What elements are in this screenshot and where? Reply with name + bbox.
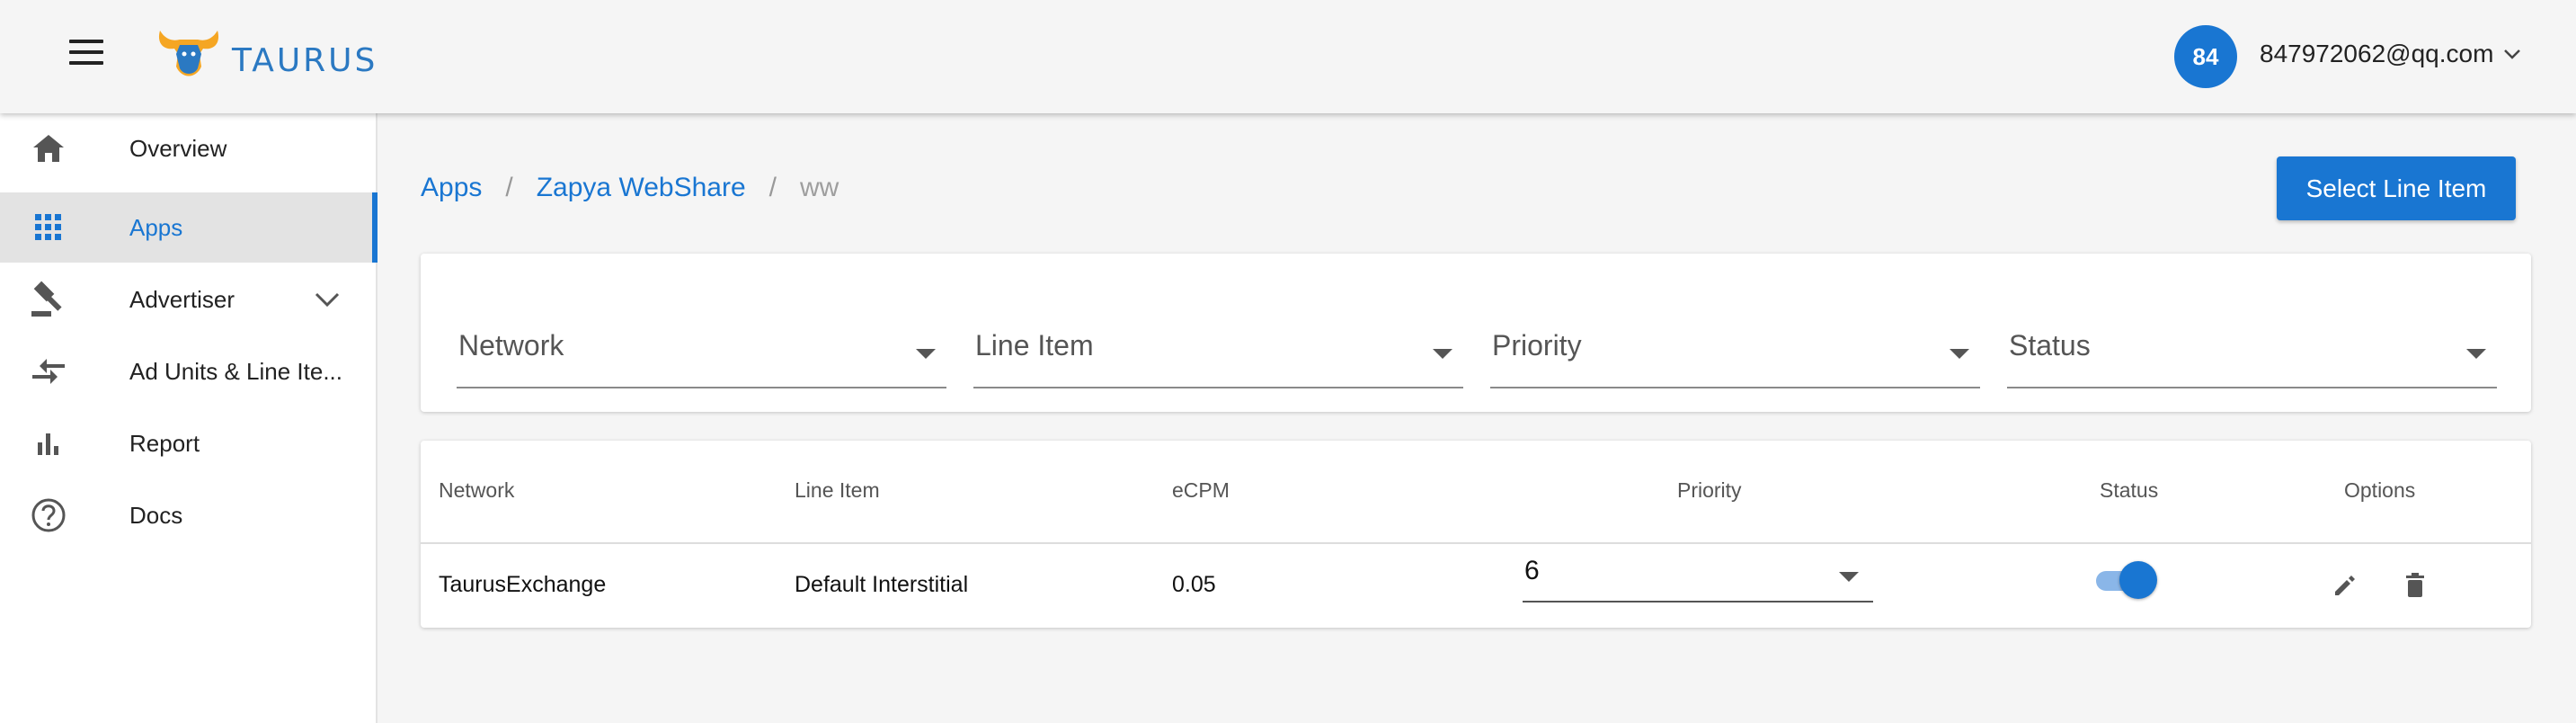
sidebar-item-label: Apps xyxy=(129,213,183,241)
sidebar-item-label: Docs xyxy=(129,501,183,529)
bull-logo-icon xyxy=(158,31,219,76)
priority-value: 6 xyxy=(1524,556,1540,585)
dropdown-arrow-icon xyxy=(2466,349,2486,359)
network-filter-select[interactable]: Network xyxy=(457,329,946,388)
line-item-filter-select[interactable]: Line Item xyxy=(973,329,1463,388)
compare-arrows-icon xyxy=(29,352,68,391)
filter-panel: Network Line Item Priority Status xyxy=(421,254,2531,412)
column-header-priority[interactable]: Priority xyxy=(1677,478,1742,503)
sidebar-item-ad-units[interactable]: Ad Units & Line Ite... xyxy=(0,336,378,406)
sidebar: Overview Apps Advertiser Ad Units & Line… xyxy=(0,113,378,723)
hamburger-menu-icon[interactable] xyxy=(63,40,110,76)
help-circle-icon xyxy=(29,495,68,535)
breadcrumb: Apps / Zapya WebShare / ww xyxy=(421,173,839,203)
sidebar-item-report[interactable]: Report xyxy=(0,408,378,478)
sidebar-item-label: Report xyxy=(129,429,200,457)
priority-select[interactable]: 6 xyxy=(1523,554,1873,602)
filter-label: Network xyxy=(458,329,564,362)
filter-label: Priority xyxy=(1492,329,1582,362)
chevron-down-icon[interactable] xyxy=(313,290,342,309)
select-line-item-button[interactable]: Select Line Item xyxy=(2277,156,2516,220)
column-header-status[interactable]: Status xyxy=(2100,478,2158,503)
avatar[interactable]: 84 xyxy=(2174,25,2237,88)
taurus-logo[interactable]: TAURUS xyxy=(155,27,378,83)
dropdown-arrow-icon xyxy=(916,349,936,359)
sidebar-item-label: Overview xyxy=(129,134,227,162)
delete-icon[interactable] xyxy=(2400,570,2430,601)
breadcrumb-current: ww xyxy=(800,173,839,202)
column-header-options: Options xyxy=(2344,478,2416,502)
sidebar-item-overview[interactable]: Overview xyxy=(0,113,378,183)
sidebar-item-docs[interactable]: Docs xyxy=(0,480,378,550)
header-divider xyxy=(421,542,2531,544)
breadcrumb-apps-link[interactable]: Apps xyxy=(421,173,482,203)
user-email[interactable]: 847972062@qq.com xyxy=(2260,40,2493,68)
home-icon xyxy=(29,129,68,168)
sidebar-item-label: Advertiser xyxy=(129,285,235,313)
breadcrumb-separator: / xyxy=(768,173,777,202)
line-items-table: Network Line Item eCPM Priority Status O… xyxy=(421,441,2531,628)
brand-name: TAURUS xyxy=(232,41,378,79)
network-cell: TaurusExchange xyxy=(439,572,607,597)
column-header-network[interactable]: Network xyxy=(439,478,514,503)
sidebar-item-advertiser[interactable]: Advertiser xyxy=(0,264,378,335)
breadcrumb-separator: / xyxy=(505,173,513,202)
breadcrumb-app-link[interactable]: Zapya WebShare xyxy=(537,173,746,203)
dropdown-arrow-icon xyxy=(1433,349,1452,359)
status-filter-select[interactable]: Status xyxy=(2007,329,2497,388)
column-header-line-item[interactable]: Line Item xyxy=(795,478,880,503)
dropdown-arrow-icon xyxy=(1950,349,1969,359)
priority-filter-select[interactable]: Priority xyxy=(1490,329,1980,388)
filter-label: Line Item xyxy=(975,329,1094,362)
filter-label: Status xyxy=(2009,329,2091,362)
bar-chart-icon xyxy=(29,424,68,463)
dropdown-arrow-icon xyxy=(1839,572,1859,582)
gavel-icon xyxy=(29,280,68,319)
status-toggle[interactable] xyxy=(2094,561,2157,601)
edit-icon[interactable] xyxy=(2330,570,2360,601)
column-header-ecpm[interactable]: eCPM xyxy=(1172,478,1230,503)
top-app-bar: TAURUS 84 847972062@qq.com xyxy=(0,0,2576,113)
toggle-knob xyxy=(2119,561,2157,599)
ecpm-cell: 0.05 xyxy=(1172,572,1216,597)
sidebar-item-label: Ad Units & Line Ite... xyxy=(129,357,343,385)
chevron-down-icon[interactable] xyxy=(2502,47,2522,61)
sidebar-item-apps[interactable]: Apps xyxy=(0,192,378,263)
line-item-cell: Default Interstitial xyxy=(795,572,969,597)
apps-grid-icon xyxy=(29,208,68,247)
